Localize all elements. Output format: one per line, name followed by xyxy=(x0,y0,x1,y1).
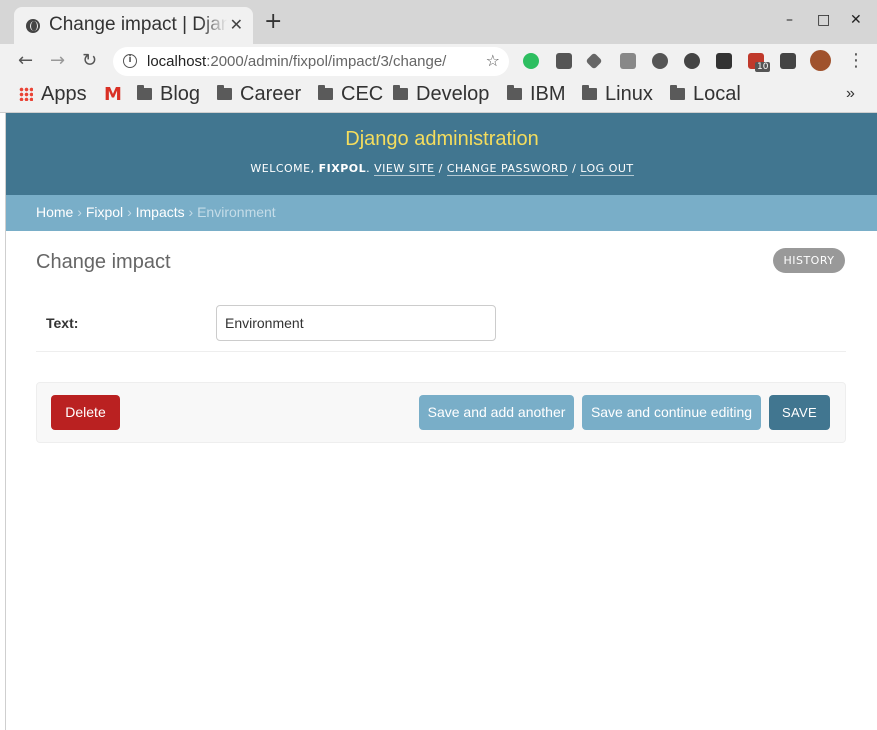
address-bar[interactable]: i localhost:2000/admin/fixpol/impact/3/c… xyxy=(113,47,509,76)
tab-title: Change impact | Django site admin xyxy=(49,14,227,35)
breadcrumb-home[interactable]: Home xyxy=(36,204,73,220)
gmail-icon: M xyxy=(104,84,122,105)
forward-arrow-icon[interactable]: → xyxy=(50,50,65,71)
bookmarks-bar: Apps M Blog Career CEC Develop IBM Linux… xyxy=(0,78,877,113)
view-site-link[interactable]: VIEW SITE xyxy=(374,162,435,176)
profile-avatar[interactable] xyxy=(810,50,831,71)
globe-icon xyxy=(26,19,40,33)
folder-icon xyxy=(217,85,232,100)
tab-strip: Change impact | Django site admin ✕ + – … xyxy=(0,0,877,44)
maximize-button[interactable]: □ xyxy=(817,12,830,28)
history-button[interactable]: HISTORY xyxy=(773,248,845,273)
log-out-link[interactable]: LOG OUT xyxy=(580,162,634,176)
extensions-puzzle-icon[interactable] xyxy=(780,53,796,69)
url-path: :2000/admin/fixpol/impact/3/change/ xyxy=(206,53,447,70)
folder-icon xyxy=(507,85,522,100)
breadcrumb-app[interactable]: Fixpol xyxy=(86,204,123,220)
apps-grid-icon xyxy=(19,87,33,101)
bookmark-career[interactable]: Career xyxy=(217,83,301,106)
folder-icon xyxy=(318,85,333,100)
delete-button[interactable]: Delete xyxy=(51,395,120,430)
site-info-icon[interactable]: i xyxy=(123,54,137,68)
bookmark-label: IBM xyxy=(530,83,566,105)
owl-extension-icon[interactable] xyxy=(716,53,732,69)
bookmark-label: CEC xyxy=(341,83,384,105)
admin-header: Django administration WELCOME, FIXPOL. V… xyxy=(6,113,877,195)
back-arrow-icon[interactable]: ← xyxy=(18,50,33,71)
extension-dot-icon[interactable] xyxy=(684,53,700,69)
bookmark-ibm[interactable]: IBM xyxy=(507,83,566,106)
text-field-label: Text: xyxy=(46,315,79,331)
rocket-extension-icon[interactable] xyxy=(585,52,603,70)
save-and-continue-button[interactable]: Save and continue editing xyxy=(582,395,761,430)
new-tab-button[interactable]: + xyxy=(264,9,282,34)
tab-close-icon[interactable]: ✕ xyxy=(230,15,243,34)
minimize-button[interactable]: – xyxy=(786,12,793,28)
bookmarks-overflow-button[interactable]: » xyxy=(846,85,855,103)
folder-icon xyxy=(582,85,597,100)
browser-chrome: Change impact | Django site admin ✕ + – … xyxy=(0,0,877,113)
bookmark-star-icon[interactable]: ☆ xyxy=(486,51,500,70)
bookmark-label: Develop xyxy=(416,83,490,105)
breadcrumb-model[interactable]: Impacts xyxy=(136,204,185,220)
welcome-text: WELCOME, xyxy=(250,162,319,175)
folder-icon xyxy=(393,85,408,100)
breadcrumb: Home › Fixpol › Impacts › Environment xyxy=(6,195,877,231)
menu-kebab-icon[interactable]: ⋮ xyxy=(847,50,865,71)
bookmark-gmail[interactable]: M xyxy=(104,83,122,106)
save-button[interactable]: SAVE xyxy=(769,395,830,430)
user-tools: WELCOME, FIXPOL. VIEW SITE / CHANGE PASS… xyxy=(250,162,634,176)
page-title: Change impact xyxy=(36,251,171,273)
camera-extension-icon[interactable] xyxy=(620,53,636,69)
browser-tab[interactable]: Change impact | Django site admin ✕ xyxy=(14,7,253,44)
bookmark-local[interactable]: Local xyxy=(670,83,741,106)
admin-page: Django administration WELCOME, FIXPOL. V… xyxy=(5,113,877,730)
url-host: localhost xyxy=(147,53,207,70)
bookmark-label: Apps xyxy=(41,83,87,105)
browser-toolbar: ← → ↻ i localhost:2000/admin/fixpol/impa… xyxy=(0,44,877,78)
username: FIXPOL xyxy=(318,162,367,175)
extension-badge: 10 xyxy=(755,62,771,72)
window-close-button[interactable]: ✕ xyxy=(850,12,862,28)
folder-icon xyxy=(137,85,152,100)
form-row-text: Text: xyxy=(36,285,846,352)
bookmark-label: Local xyxy=(693,83,741,105)
change-password-link[interactable]: CHANGE PASSWORD xyxy=(446,162,569,176)
bookmark-blog[interactable]: Blog xyxy=(137,83,200,106)
bookmark-label: Blog xyxy=(160,83,201,105)
submit-row: Delete Save and add another Save and con… xyxy=(36,382,846,443)
breadcrumb-current: Environment xyxy=(197,204,276,220)
folder-icon xyxy=(670,85,685,100)
url-text: localhost:2000/admin/fixpol/impact/3/cha… xyxy=(147,53,446,70)
text-field-input[interactable] xyxy=(216,305,496,341)
bookmark-linux[interactable]: Linux xyxy=(582,83,653,106)
bookmark-develop[interactable]: Develop xyxy=(393,83,489,106)
extension-lightbulb-icon[interactable] xyxy=(556,53,572,69)
save-and-add-another-button[interactable]: Save and add another xyxy=(419,395,574,430)
evernote-extension-icon[interactable] xyxy=(523,53,539,69)
bookmark-label: Linux xyxy=(605,83,653,105)
reload-icon[interactable]: ↻ xyxy=(82,50,97,71)
bookmark-cec[interactable]: CEC xyxy=(318,83,383,106)
extension-circle-icon[interactable] xyxy=(652,53,668,69)
site-branding[interactable]: Django administration xyxy=(6,128,877,151)
bookmark-label: Career xyxy=(240,83,302,105)
bookmark-apps[interactable]: Apps xyxy=(19,83,87,106)
